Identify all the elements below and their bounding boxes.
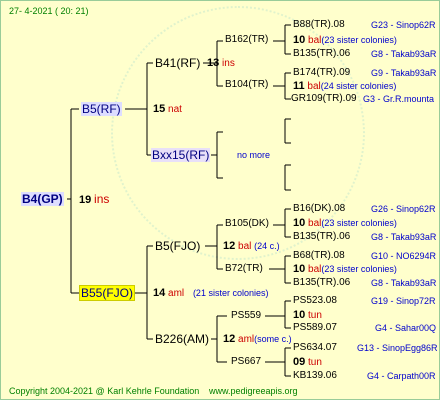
f112-queen[interactable]: B104(TR) — [225, 79, 268, 91]
f11-tag: ins — [222, 58, 235, 69]
anc-8[interactable]: PS523.08 — [293, 295, 337, 307]
root-tag: ins — [94, 192, 110, 206]
m11-num: 12 — [223, 240, 236, 252]
f11-gen: 13 ins — [207, 56, 235, 70]
m112-queen[interactable]: B72(TR) — [225, 263, 263, 275]
m112-num: 10 — [293, 263, 306, 275]
report-date: 27- 4-2021 ( 20: 21) — [9, 6, 89, 16]
anc-0[interactable]: B88(TR).08 — [293, 19, 345, 31]
f11-queen[interactable]: B41(RF) — [155, 56, 200, 70]
m122-tag: tun — [308, 357, 322, 368]
anc-9[interactable]: PS589.07 — [293, 322, 337, 334]
m12-tag: aml — [238, 334, 255, 345]
anc-3[interactable]: GR109(TR).09 — [291, 93, 357, 105]
anc-5-ref: G8 - Takab93aR — [371, 232, 437, 242]
anc-7[interactable]: B135(TR).06 — [293, 277, 350, 289]
m112-tag: bal — [308, 264, 322, 275]
m111-note: (23 sister colonies) — [321, 218, 397, 228]
m112-note: (23 sister colonies) — [321, 264, 397, 274]
m11-queen[interactable]: B5(FJO) — [155, 239, 200, 253]
father-gen: 15 nat — [153, 102, 182, 116]
m12-note: (some c.) — [254, 334, 292, 344]
mother-tag: aml — [168, 288, 185, 299]
root-queen-id: B4(GP) — [21, 192, 64, 206]
anc-8-ref: G19 - Sinop72R — [371, 296, 436, 306]
mother-id: B55(FJO) — [79, 285, 136, 301]
f112-tag: bal — [307, 81, 321, 92]
anc-2-ref: G9 - Takab93aR — [371, 68, 437, 78]
father-num: 15 — [153, 103, 166, 115]
anc-6[interactable]: B68(TR).08 — [293, 250, 345, 262]
m122-queen[interactable]: PS667 — [231, 356, 261, 368]
anc-1[interactable]: B135(TR).06 — [293, 48, 350, 60]
anc-11-ref: G4 - Carpath00R — [367, 371, 436, 381]
m111-tag: bal — [308, 218, 322, 229]
m111-num: 10 — [293, 217, 306, 229]
mother-gen: 14 aml (21 sister colonies) — [153, 286, 268, 300]
root-num: 19 — [79, 194, 92, 206]
f111-num: 10 — [293, 34, 306, 46]
f12-id: Bxx15(RF) — [151, 148, 211, 162]
father-queen[interactable]: B5(RF) — [81, 102, 122, 117]
m121-tag: tun — [308, 310, 322, 321]
m12-gen: 12 aml(some c.) — [223, 332, 292, 346]
m121-gen: 10 tun — [293, 309, 322, 322]
m111-queen[interactable]: B105(DK) — [225, 218, 269, 230]
m11-tag: bal — [238, 241, 252, 252]
anc-3-ref: G3 - Gr.R.mounta — [363, 94, 435, 104]
f111-queen[interactable]: B162(TR) — [225, 34, 268, 46]
root-queen[interactable]: B4(GP) — [21, 192, 64, 207]
f112-gen: 11 bal(24 sister colonies) — [293, 80, 396, 93]
m121-queen[interactable]: PS559 — [231, 310, 261, 322]
anc-9-ref: G4 - Sahar00Q — [375, 323, 437, 333]
m11-note: (24 c.) — [254, 241, 280, 251]
m12-num: 12 — [223, 333, 236, 345]
anc-4-ref: G26 - Sinop62R — [371, 204, 436, 214]
f111-tag: bal — [308, 35, 322, 46]
anc-4[interactable]: B16(DK).08 — [293, 203, 345, 215]
mother-queen[interactable]: B55(FJO) — [79, 285, 136, 301]
root-gen: 19 ins — [79, 192, 109, 207]
m111-gen: 10 bal(23 sister colonies) — [293, 217, 397, 230]
anc-0-ref: G23 - Sinop62R — [371, 20, 436, 30]
f112-note: (24 sister colonies) — [320, 81, 397, 91]
m122-gen: 09 tun — [293, 356, 322, 369]
pedigree-chart: 27- 4-2021 ( 20: 21) B4(GP) 19 ins B5(RF… — [0, 0, 440, 400]
m121-num: 10 — [293, 309, 306, 321]
f11-num: 13 — [207, 57, 220, 69]
father-id: B5(RF) — [81, 102, 122, 116]
anc-7-ref: G8 - Takab93aR — [371, 278, 437, 288]
footer-copyright: Copyright 2004-2021 @ Karl Kehrle Founda… — [9, 386, 200, 396]
mother-num: 14 — [153, 287, 166, 299]
mother-note: (21 sister colonies) — [192, 288, 269, 298]
footer-url[interactable]: www.pedigreeapis.org — [209, 385, 298, 397]
anc-11[interactable]: KB139.06 — [293, 370, 337, 382]
f12-queen[interactable]: Bxx15(RF) — [151, 148, 211, 163]
f12-no-more: no more — [237, 150, 271, 160]
f112-num: 11 — [293, 80, 305, 92]
anc-10[interactable]: PS634.07 — [293, 342, 337, 354]
m112-gen: 10 bal(23 sister colonies) — [293, 263, 397, 276]
anc-1-ref: G8 - Takab93aR — [371, 49, 437, 59]
m122-num: 09 — [293, 356, 306, 368]
anc-5[interactable]: B135(TR).06 — [293, 231, 350, 243]
father-tag: nat — [168, 104, 182, 115]
m11-gen: 12 bal (24 c.) — [223, 239, 280, 253]
m12-queen[interactable]: B226(AM) — [155, 332, 209, 346]
anc-6-ref: G10 - NO6294R — [371, 251, 437, 261]
f111-gen: 10 bal(23 sister colonies) — [293, 34, 397, 47]
anc-2[interactable]: B174(TR).09 — [293, 67, 350, 79]
f111-note: (23 sister colonies) — [321, 35, 397, 45]
anc-10-ref: G13 - SinopEgg86R — [357, 343, 438, 353]
